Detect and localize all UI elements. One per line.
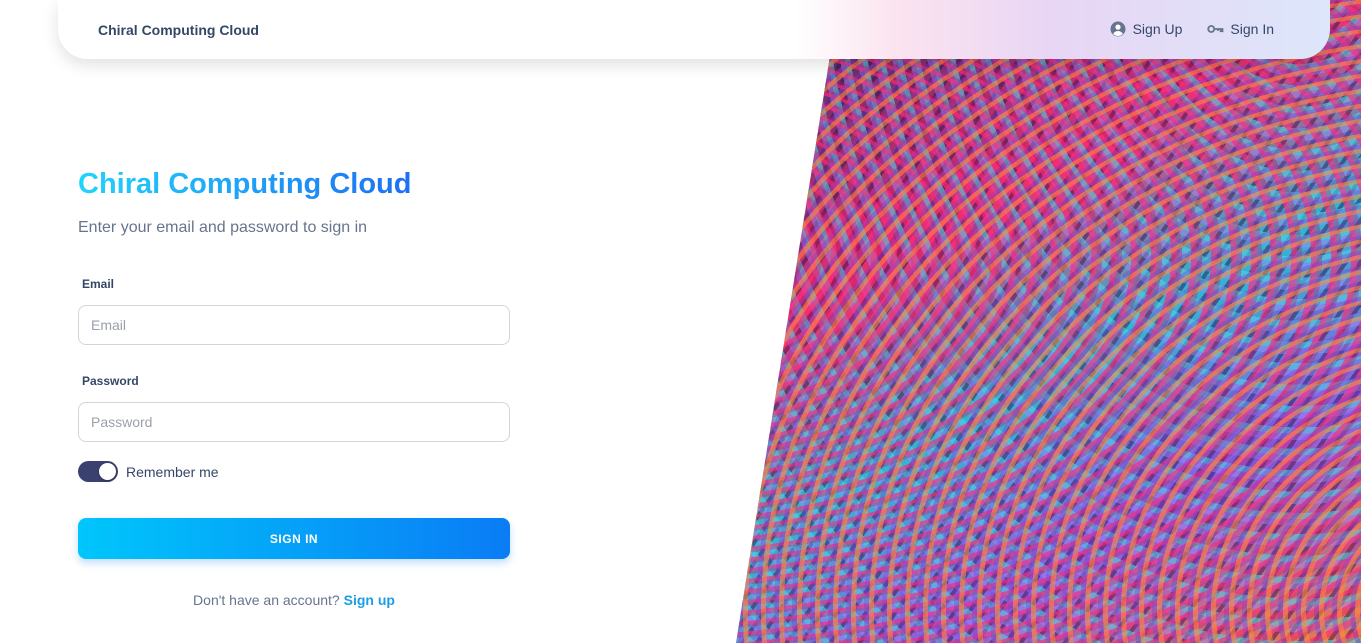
toggle-knob	[99, 463, 116, 480]
key-icon	[1207, 25, 1224, 33]
signup-prompt: Don't have an account? Sign up	[78, 592, 510, 608]
remember-me-toggle[interactable]	[78, 461, 118, 482]
sign-in-button[interactable]: SIGN IN	[78, 518, 510, 559]
nav-sign-up-label: Sign Up	[1132, 21, 1183, 37]
page-title: Chiral Computing Cloud	[78, 168, 412, 200]
nav-sign-up-link[interactable]: Sign Up	[1109, 18, 1183, 40]
sign-up-link[interactable]: Sign up	[344, 592, 395, 608]
decorative-abstract-image	[736, 0, 1361, 643]
password-label: Password	[82, 374, 139, 388]
top-navbar: Chiral Computing Cloud Sign Up Sign In	[58, 0, 1330, 59]
navbar-brand[interactable]: Chiral Computing Cloud	[98, 22, 259, 38]
signup-prompt-text: Don't have an account?	[193, 592, 340, 608]
remember-me-row: Remember me	[78, 461, 219, 482]
nav-sign-in-link[interactable]: Sign In	[1206, 18, 1274, 40]
navbar-links: Sign Up Sign In	[1109, 18, 1274, 40]
sign-in-page: Chiral Computing Cloud Sign Up Sign In C…	[0, 0, 1361, 643]
account-circle-icon	[1110, 21, 1126, 37]
email-field[interactable]	[78, 305, 510, 345]
email-label: Email	[82, 277, 115, 291]
remember-me-label[interactable]: Remember me	[126, 464, 219, 480]
page-subtitle: Enter your email and password to sign in	[78, 219, 368, 236]
nav-sign-in-label: Sign In	[1230, 21, 1274, 37]
password-field[interactable]	[78, 402, 510, 442]
